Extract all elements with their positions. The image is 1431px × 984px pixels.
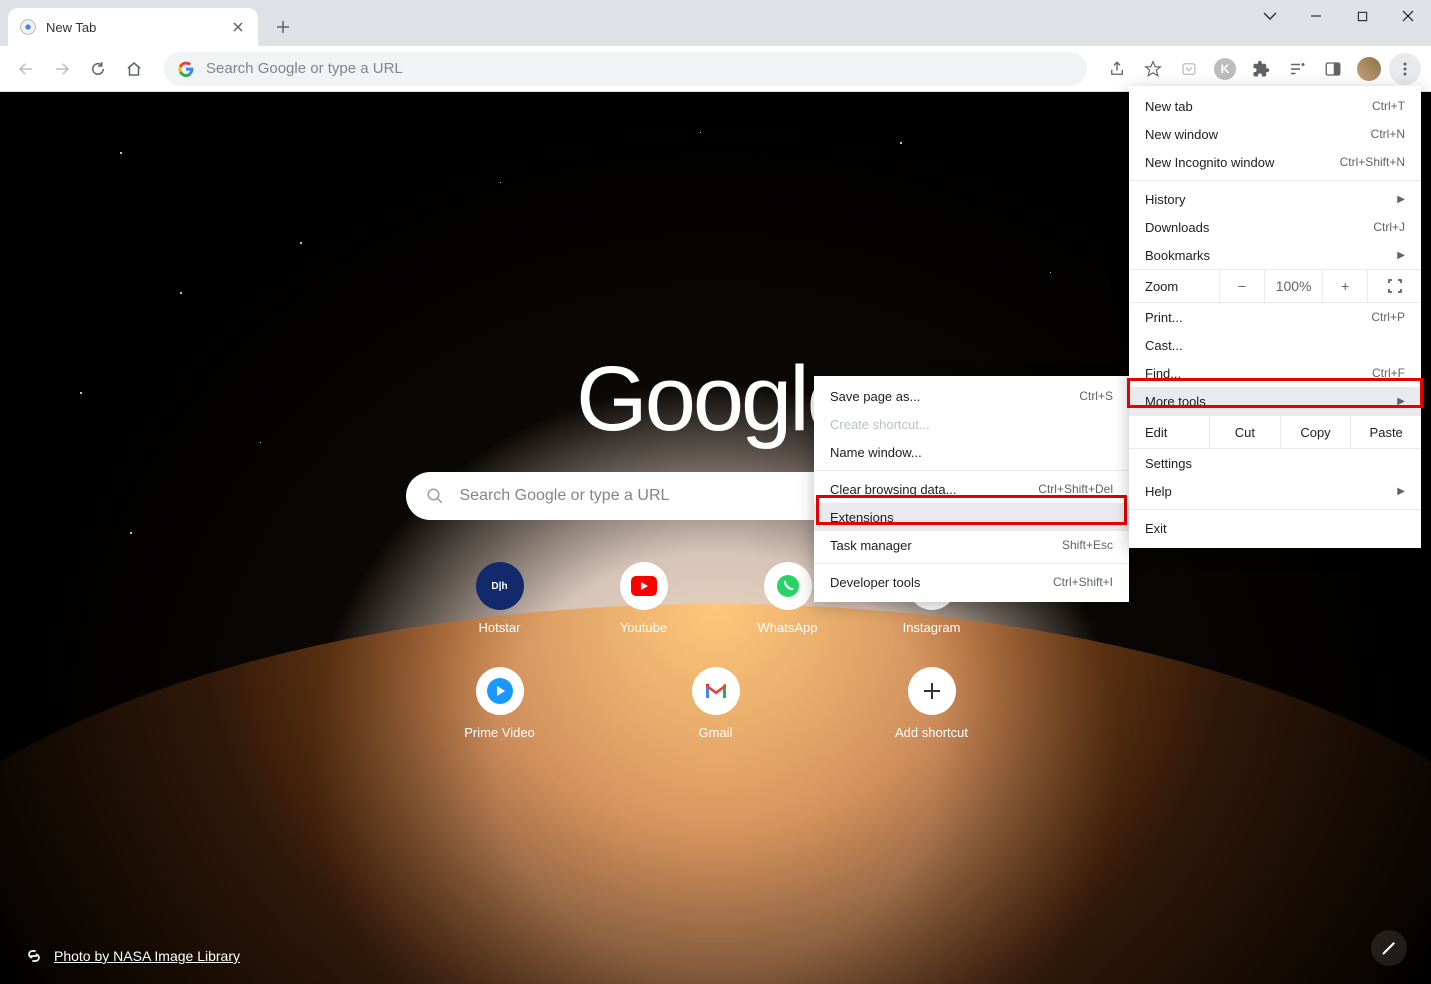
submenu-task-manager[interactable]: Task managerShift+Esc xyxy=(814,531,1129,559)
zoom-out-button[interactable]: − xyxy=(1219,270,1264,302)
shortcut-label: Prime Video xyxy=(464,725,535,740)
chrome-favicon-icon xyxy=(20,19,36,35)
extensions-puzzle-icon[interactable] xyxy=(1245,53,1277,85)
menu-zoom-row: Zoom − 100% + xyxy=(1129,269,1421,303)
link-icon xyxy=(24,946,44,966)
side-panel-icon[interactable] xyxy=(1317,53,1349,85)
browser-titlebar: New Tab xyxy=(0,0,1431,46)
menu-help[interactable]: Help▶ xyxy=(1129,477,1421,505)
menu-find[interactable]: Find...Ctrl+F xyxy=(1129,359,1421,387)
pencil-icon xyxy=(1380,939,1398,957)
menu-edit-label: Edit xyxy=(1129,425,1209,440)
gmail-icon xyxy=(692,667,740,715)
submenu-developer-tools[interactable]: Developer toolsCtrl+Shift+I xyxy=(814,568,1129,596)
minimize-icon[interactable] xyxy=(1293,0,1339,32)
plus-icon xyxy=(908,667,956,715)
share-icon[interactable] xyxy=(1101,53,1133,85)
fullscreen-button[interactable] xyxy=(1367,270,1421,302)
browser-tab[interactable]: New Tab xyxy=(8,8,258,46)
youtube-icon xyxy=(620,562,668,610)
profile-avatar[interactable] xyxy=(1353,53,1385,85)
shortcut-label: Hotstar xyxy=(479,620,521,635)
reload-button[interactable] xyxy=(82,53,114,85)
whatsapp-icon xyxy=(764,562,812,610)
submenu-create-shortcut: Create shortcut... xyxy=(814,410,1129,438)
more-tools-submenu: Save page as...Ctrl+S Create shortcut...… xyxy=(814,376,1129,602)
menu-downloads[interactable]: DownloadsCtrl+J xyxy=(1129,213,1421,241)
zoom-in-button[interactable]: + xyxy=(1322,270,1367,302)
maximize-icon[interactable] xyxy=(1339,0,1385,32)
copy-button[interactable]: Copy xyxy=(1280,416,1351,448)
tab-close-icon[interactable] xyxy=(230,19,246,35)
reading-list-icon[interactable] xyxy=(1281,53,1313,85)
shortcut-label: Gmail xyxy=(699,725,733,740)
menu-more-tools[interactable]: More tools▶ xyxy=(1129,387,1421,415)
shortcut-label: Add shortcut xyxy=(895,725,968,740)
menu-new-tab[interactable]: New tabCtrl+T xyxy=(1129,92,1421,120)
submenu-clear-browsing-data[interactable]: Clear browsing data...Ctrl+Shift+Del xyxy=(814,475,1129,503)
shortcut-label: Youtube xyxy=(620,620,667,635)
chrome-main-menu: New tabCtrl+T New windowCtrl+N New Incog… xyxy=(1129,86,1421,548)
background-attribution[interactable]: Photo by NASA Image Library xyxy=(24,946,240,966)
menu-new-incognito[interactable]: New Incognito windowCtrl+Shift+N xyxy=(1129,148,1421,176)
toolbar-actions: K xyxy=(1099,53,1423,85)
search-placeholder: Search Google or type a URL xyxy=(460,487,670,505)
search-icon xyxy=(426,487,444,505)
chrome-menu-button[interactable] xyxy=(1389,53,1421,85)
menu-settings[interactable]: Settings xyxy=(1129,449,1421,477)
add-shortcut-button[interactable]: Add shortcut xyxy=(868,667,996,740)
menu-edit-row: Edit Cut Copy Paste xyxy=(1129,415,1421,449)
omnibox-placeholder: Search Google or type a URL xyxy=(206,60,403,77)
new-tab-button[interactable] xyxy=(268,12,298,42)
shortcut-prime-video[interactable]: Prime Video xyxy=(436,667,564,740)
cut-button[interactable]: Cut xyxy=(1209,416,1280,448)
hotstar-icon: D|h xyxy=(476,562,524,610)
chevron-right-icon: ▶ xyxy=(1397,250,1405,261)
submenu-extensions[interactable]: Extensions xyxy=(814,503,1129,531)
menu-history[interactable]: History▶ xyxy=(1129,185,1421,213)
extension-pocket-icon[interactable] xyxy=(1173,53,1205,85)
forward-button[interactable] xyxy=(46,53,78,85)
zoom-level: 100% xyxy=(1264,270,1322,302)
menu-zoom-label: Zoom xyxy=(1129,279,1219,294)
menu-cast[interactable]: Cast... xyxy=(1129,331,1421,359)
chevron-right-icon: ▶ xyxy=(1397,396,1405,407)
home-button[interactable] xyxy=(118,53,150,85)
submenu-save-page[interactable]: Save page as...Ctrl+S xyxy=(814,382,1129,410)
chevron-right-icon: ▶ xyxy=(1397,194,1405,205)
extension-k-icon[interactable]: K xyxy=(1209,53,1241,85)
shortcut-hotstar[interactable]: D|h Hotstar xyxy=(436,562,564,635)
menu-exit[interactable]: Exit xyxy=(1129,514,1421,542)
menu-bookmarks[interactable]: Bookmarks▶ xyxy=(1129,241,1421,269)
google-g-icon xyxy=(178,61,194,77)
shortcut-gmail[interactable]: Gmail xyxy=(652,667,780,740)
close-window-icon[interactable] xyxy=(1385,0,1431,32)
tab-title: New Tab xyxy=(46,20,220,35)
bookmark-star-icon[interactable] xyxy=(1137,53,1169,85)
menu-new-window[interactable]: New windowCtrl+N xyxy=(1129,120,1421,148)
back-button[interactable] xyxy=(10,53,42,85)
customize-button[interactable] xyxy=(1371,930,1407,966)
attribution-text: Photo by NASA Image Library xyxy=(54,948,240,964)
address-bar[interactable]: Search Google or type a URL xyxy=(164,52,1087,86)
shortcut-label: WhatsApp xyxy=(758,620,818,635)
chevron-right-icon: ▶ xyxy=(1397,486,1405,497)
shortcut-youtube[interactable]: Youtube xyxy=(580,562,708,635)
menu-print[interactable]: Print...Ctrl+P xyxy=(1129,303,1421,331)
paste-button[interactable]: Paste xyxy=(1350,416,1421,448)
window-controls xyxy=(1247,0,1431,46)
prime-video-icon xyxy=(476,667,524,715)
shortcut-label: Instagram xyxy=(903,620,961,635)
tab-search-icon[interactable] xyxy=(1247,0,1293,32)
submenu-name-window[interactable]: Name window... xyxy=(814,438,1129,466)
